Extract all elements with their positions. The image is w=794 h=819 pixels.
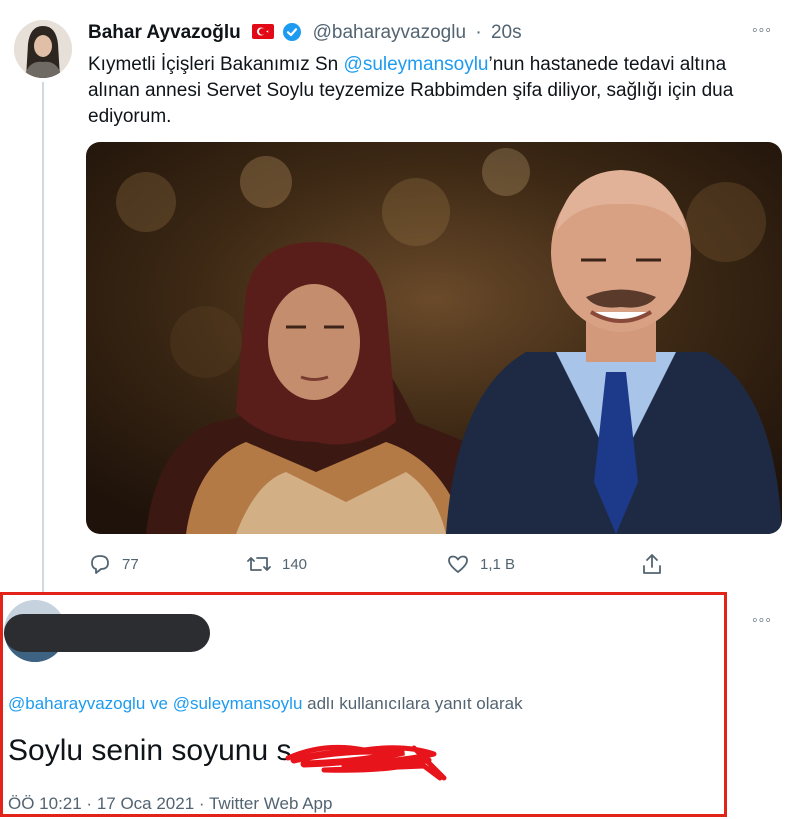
like-action[interactable]: 1,1 B — [446, 550, 515, 578]
retweet-icon — [247, 557, 271, 571]
tweet-text: Kıymetli İçişleri Bakanımız Sn @suleyman… — [88, 52, 778, 130]
reply-action[interactable]: 77 — [88, 550, 139, 578]
replying-suffix: adlı kullanıcılara yanıt olarak — [302, 694, 523, 713]
thread-line — [42, 82, 44, 594]
share-icon — [643, 554, 661, 574]
redacted-name-bar — [4, 614, 210, 652]
author-avatar[interactable] — [14, 20, 72, 78]
like-icon — [448, 555, 468, 573]
more-icon[interactable]: ◦◦◦ — [752, 612, 772, 630]
mention-link[interactable]: @suleymansoylu — [344, 54, 489, 75]
reply-text: Soylu senin soyunu s — [8, 734, 292, 767]
tweet-photo[interactable] — [86, 142, 782, 534]
original-tweet[interactable]: Bahar Ayvazoğlu @baharayvazoglu · 20s ◦◦… — [0, 0, 794, 594]
replying-to: @baharayvazoglu ve @suleymansoylu adlı k… — [8, 694, 523, 714]
tweet-text-start: Kıymetli İçişleri Bakanımız Sn — [88, 54, 344, 75]
retweet-count: 140 — [282, 555, 308, 573]
replying-mention[interactable]: @suleymansoylu — [173, 694, 303, 713]
tweet-actions: 77 140 1,1 B — [88, 550, 688, 578]
verified-icon — [283, 23, 302, 41]
reply-icon — [91, 555, 109, 574]
more-icon[interactable]: ◦◦◦ — [752, 22, 772, 40]
retweet-action[interactable]: 140 — [246, 550, 307, 578]
replying-mention[interactable]: @baharayvazoglu — [8, 694, 145, 713]
reply-meta[interactable]: ÖÖ 10:21 · 17 Oca 2021 · Twitter Web App — [8, 794, 332, 814]
tweet-header: Bahar Ayvazoğlu @baharayvazoglu · 20s — [88, 22, 522, 44]
like-count: 1,1 B — [480, 555, 516, 573]
flag-icon — [252, 24, 275, 39]
redaction-scribble — [285, 744, 447, 781]
tweet-time[interactable]: 20s — [491, 22, 522, 43]
separator: · — [475, 22, 482, 43]
replying-and: ve — [145, 694, 173, 713]
reply-count: 77 — [122, 555, 139, 573]
author-handle[interactable]: @baharayvazoglu — [313, 22, 466, 43]
author-name[interactable]: Bahar Ayvazoğlu — [88, 22, 241, 43]
share-action[interactable] — [640, 550, 664, 578]
